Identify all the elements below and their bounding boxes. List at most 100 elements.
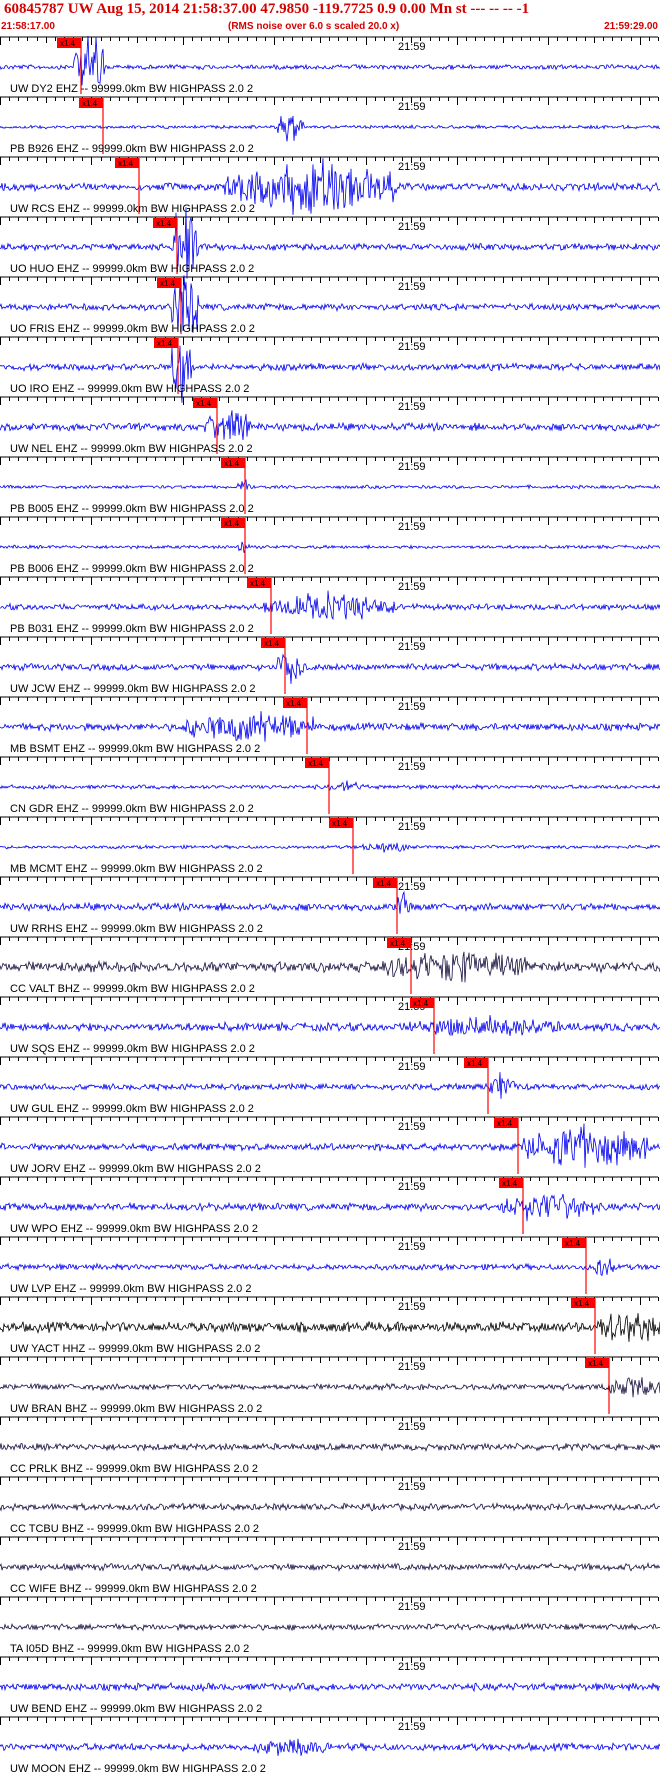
time-marker-label: 21:59 xyxy=(398,641,426,653)
scale-badge-label: x1.4 xyxy=(413,999,429,1008)
station-label: TA I05D BHZ -- 99999.0km BW HIGHPASS 2.0… xyxy=(10,1643,249,1655)
waveform-trace xyxy=(0,890,660,914)
time-marker-label: 21:59 xyxy=(398,401,426,413)
seismogram-plot: 21:59 x1.4 UW DY2 EHZ -- 99999.0km BW HIGH… xyxy=(0,36,660,1775)
trace-group: 21:59 x1.4 UW LVP EHZ -- 99999.0km BW HIGH… xyxy=(0,1236,660,1295)
waveform-trace xyxy=(0,1123,660,1168)
station-label: CC VALT BHZ -- 99999.0km BW HIGHPASS 2.0… xyxy=(10,983,255,995)
station-label: UW LVP EHZ -- 99999.0km BW HIGHPASS 2.0 … xyxy=(10,1283,251,1295)
time-marker-label: 21:59 xyxy=(398,1301,426,1313)
station-label: MB MCMT EHZ -- 99999.0km BW HIGHPASS 2.0… xyxy=(10,863,263,875)
scale-badge-label: x1.4 xyxy=(376,879,392,888)
trace-group: 21:59x1.4CC VALT BHZ -- 99999.0km BW HIG… xyxy=(0,936,660,995)
station-label: UO IRO EHZ -- 99999.0km BW HIGHPASS 2.0 … xyxy=(10,383,249,395)
trace-group: 21:59x1.4UW SQS EHZ -- 99999.0km BW HIGH… xyxy=(0,996,660,1055)
waveform-trace xyxy=(0,1313,660,1342)
waveform-trace xyxy=(0,1258,660,1277)
time-marker-label: 21:59 xyxy=(398,1421,426,1433)
waveform-trace xyxy=(0,1738,660,1756)
waveform-trace xyxy=(0,410,660,441)
trace-group: 21:59 x1.4 UW JORV EHZ -- 99999.0km BW HIG… xyxy=(0,1116,660,1175)
scale-badge-label: x1.4 xyxy=(332,819,348,828)
trace-group: 21:59 x1.4 UW NEL EHZ -- 99999.0km BW HIGH… xyxy=(0,396,660,455)
scale-badge-label: x1.4 xyxy=(224,519,240,528)
scale-badge-label: x1.4 xyxy=(502,1179,518,1188)
time-marker-label: 21:59 xyxy=(398,461,426,473)
waveform-trace xyxy=(0,115,660,142)
trace-group: 21:59 TA I05D BHZ -- 99999.0km BW HIGHPAS… xyxy=(0,1596,660,1655)
waveform-trace xyxy=(0,1561,660,1573)
trace-group: 21:59 x1.4 CN GDR EHZ -- 99999.0km BW HIGH… xyxy=(0,756,660,815)
scale-badge-label: x1.4 xyxy=(467,1059,483,1068)
waveform-trace xyxy=(0,780,660,792)
station-label: MB BSMT EHZ -- 99999.0km BW HIGHPASS 2.0… xyxy=(10,743,260,755)
time-marker-label: 21:59 xyxy=(398,881,426,893)
event-title: 60845787 UW Aug 15, 2014 21:58:37.00 47.… xyxy=(4,1,530,17)
trace-group: 21:59 x1.4 UW RRHS EHZ -- 99999.0km BW HIG… xyxy=(0,876,660,935)
trace-group: 21:59 x1.4 MB MCMT EHZ -- 99999.0km BW HIG… xyxy=(0,816,660,875)
time-marker-label: 21:59 xyxy=(398,101,426,113)
rms-note: (RMS noise over 6.0 s scaled 20.0 x) xyxy=(228,21,400,32)
waveform-trace xyxy=(0,1014,660,1037)
waveform-trace xyxy=(0,36,660,86)
trace-group: 21:59 CC TCBU BHZ -- 99999.0km BW HIGHPAS… xyxy=(0,1476,660,1535)
time-marker-label: 21:59 xyxy=(398,1121,426,1133)
time-marker-label: 21:59 xyxy=(398,701,426,713)
trace-group: 21:59 x1.4 UW GUL EHZ -- 99999.0km BW HIGH… xyxy=(0,1056,660,1115)
station-label: UW JORV EHZ -- 99999.0km BW HIGHPASS 2.0… xyxy=(10,1163,261,1175)
trace-group: 21:59 x1.4 UW BRAN BHZ -- 99999.0km BW HIG… xyxy=(0,1356,660,1415)
scale-badge-label: x1.4 xyxy=(196,399,212,408)
trace-group: 21:59 UW MOON EHZ -- 99999.0km BW HIGHPAS… xyxy=(0,1716,660,1775)
station-label: UW MOON EHZ -- 99999.0km BW HIGHPASS 2.0… xyxy=(10,1763,266,1775)
waveform-trace xyxy=(0,1502,660,1512)
scale-badge-label: x1.4 xyxy=(308,759,324,768)
trace-group: 21:59 CC WIFE BHZ -- 99999.0km BW HIGHPAS… xyxy=(0,1536,660,1595)
scale-badge-label: x1.4 xyxy=(82,99,98,108)
time-marker-label: 21:59 xyxy=(398,1661,426,1673)
scale-badge-label: x1.4 xyxy=(160,279,176,288)
time-marker-label: 21:59 xyxy=(398,581,426,593)
time-marker-label: 21:59 xyxy=(398,1061,426,1073)
station-label: CC PRLK BHZ -- 99999.0km BW HIGHPASS 2.0… xyxy=(10,1463,258,1475)
time-marker-label: 21:59 xyxy=(398,1361,426,1373)
scale-badge-label: x1.4 xyxy=(565,1239,581,1248)
waveform-trace xyxy=(0,478,660,490)
trace-group: 21:59 x1.4 PB B005 EHZ -- 99999.0km BW HIG… xyxy=(0,456,660,515)
scale-badge-label: x1.4 xyxy=(118,159,134,168)
time-marker-label: 21:59 xyxy=(398,341,426,353)
time-marker-label: 21:59 xyxy=(398,761,426,773)
station-label: PB B006 EHZ -- 99999.0km BW HIGHPASS 2.0… xyxy=(10,563,254,575)
scale-badge-label: x1.4 xyxy=(60,39,76,48)
station-label: PB B031 EHZ -- 99999.0km BW HIGHPASS 2.0… xyxy=(10,623,254,635)
station-label: UO FRIS EHZ -- 99999.0km BW HIGHPASS 2.0… xyxy=(10,323,255,335)
start-time: 21:58:17.00 xyxy=(1,21,55,32)
trace-group: 21:59 x1.4 UW DY2 EHZ -- 99999.0km BW HIGH… xyxy=(0,36,660,95)
time-marker-label: 21:59 xyxy=(398,41,426,53)
waveform-trace xyxy=(0,1442,660,1452)
scale-badge-label: x1.4 xyxy=(588,1359,604,1368)
waveform-trace xyxy=(0,711,660,742)
time-marker-label: 21:59 xyxy=(398,1601,426,1613)
station-label: PB B005 EHZ -- 99999.0km BW HIGHPASS 2.0… xyxy=(10,503,254,515)
trace-group: 21:59 x1.4 MB BSMT EHZ -- 99999.0km BW HIG… xyxy=(0,696,660,755)
trace-group: 21:59 x1.4 PB B031 EHZ -- 99999.0km BW HIG… xyxy=(0,576,660,635)
end-time: 21:59:29.00 xyxy=(604,21,658,32)
station-label: UW WPO EHZ -- 99999.0km BW HIGHPASS 2.0 … xyxy=(10,1223,258,1235)
plot-header: 60845787 UW Aug 15, 2014 21:58:37.00 47.… xyxy=(0,0,660,36)
waveform-trace xyxy=(0,842,660,853)
trace-group: 21:59 x1.4 UW WPO EHZ -- 99999.0km BW HIGH… xyxy=(0,1176,660,1235)
scale-badge-label: x1.4 xyxy=(286,699,302,708)
waveform-trace xyxy=(0,653,660,684)
waveform-trace xyxy=(0,1072,660,1099)
scale-badge-label: x1.4 xyxy=(574,1299,590,1308)
waveform-trace xyxy=(0,951,660,983)
station-label: UW DY2 EHZ -- 99999.0km BW HIGHPASS 2.0 … xyxy=(10,83,253,95)
station-label: UO HUO EHZ -- 99999.0km BW HIGHPASS 2.0 … xyxy=(10,263,254,275)
station-label: UW SQS EHZ -- 99999.0km BW HIGHPASS 2.0 … xyxy=(10,1043,255,1055)
scale-badge-label: x1.4 xyxy=(250,579,266,588)
station-label: UW GUL EHZ -- 99999.0km BW HIGHPASS 2.0 … xyxy=(10,1103,254,1115)
waveform-trace xyxy=(0,1681,660,1693)
waveform-trace xyxy=(0,1622,660,1632)
waveform-trace xyxy=(0,1193,660,1222)
trace-group: 21:59 x1.4 UW JCW EHZ -- 99999.0km BW HIGH… xyxy=(0,636,660,695)
